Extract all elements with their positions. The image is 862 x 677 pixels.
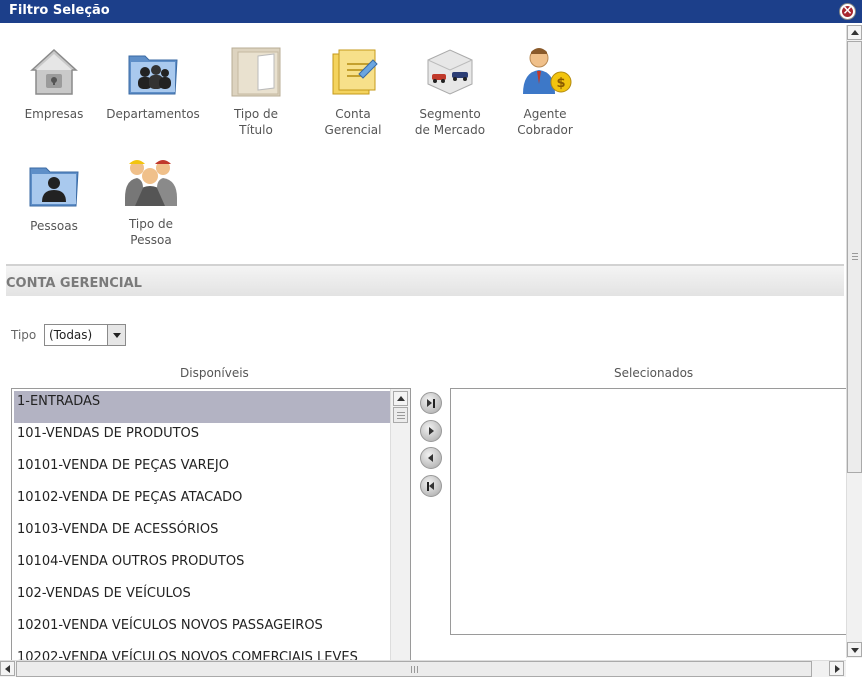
skip-forward-icon [427,399,432,407]
list-item[interactable]: 1-ENTRADAS [14,391,390,423]
person-folder-icon [29,167,79,207]
workers-group-icon [125,160,177,206]
scroll-right-button[interactable] [829,661,844,676]
tipo-selected-value: (Todas) [49,328,93,342]
toolbar-item-label: Conta Gerencial [324,107,382,137]
toolbar-item-departamentos[interactable]: Departamentos [105,44,201,122]
skip-back-icon [429,482,434,490]
move-right-button[interactable] [420,420,442,442]
toolbar-item-pessoas[interactable]: Pessoas [6,156,102,234]
building-lock-icon [30,48,78,95]
money-agent-icon: $ [523,48,572,94]
tipo-label: Tipo [11,328,37,342]
section-title: CONTA GERENCIAL [6,276,142,291]
toolbar-item-label: Tipo de Pessoa [128,217,174,247]
available-list-title: Disponíveis [180,366,249,380]
document-stack-icon [231,47,281,97]
toolbar-item-label: Segmento de Mercado [414,107,486,137]
toolbar-item-empresas[interactable]: Empresas [6,44,102,122]
ledger-document-icon [332,49,378,95]
chevron-up-icon [397,396,405,401]
play-right-icon [429,427,434,435]
list-item[interactable]: 102-VENDAS DE VEÍCULOS [14,583,390,615]
chevron-down-icon [851,648,859,653]
grip-icon [397,412,405,419]
toolbar-item-agente-cobrador[interactable]: $ Agente Cobrador [497,44,593,138]
vehicles-box-icon [427,49,473,95]
page-vertical-scrollbar[interactable] [846,25,862,658]
page-horizontal-scrollbar[interactable] [0,660,846,677]
available-list[interactable]: 1-ENTRADAS 101-VENDAS DE PRODUTOS 10101-… [11,388,411,668]
close-icon: × [842,3,853,17]
toolbar-item-label: Pessoas [30,219,78,233]
scroll-down-button[interactable] [847,642,862,657]
scroll-thumb[interactable] [847,41,862,473]
skip-bar-icon [433,399,435,408]
window-title: Filtro Seleção [9,3,110,18]
toolbar-item-label: Empresas [24,107,84,121]
chevron-up-icon [851,30,859,35]
selected-list-title: Selecionados [614,366,694,380]
scroll-thumb[interactable] [16,661,812,677]
toolbar-item-label: Tipo de Título [233,107,279,137]
list-item[interactable]: 10201-VENDA VEÍCULOS NOVOS PASSAGEIROS [14,615,390,647]
scroll-thumb[interactable] [393,407,408,423]
toolbar-item-tipo-titulo[interactable]: Tipo de Título [208,44,304,138]
toolbar-item-label: Departamentos [106,107,200,121]
toolbar-item-conta-gerencial[interactable]: Conta Gerencial [305,44,401,138]
toolbar-item-segmento-mercado[interactable]: Segmento de Mercado [402,44,498,138]
toolbar-item-label: Agente Cobrador [517,107,573,137]
chevron-down-icon[interactable] [107,325,125,345]
list-item[interactable]: 10104-VENDA OUTROS PRODUTOS [14,551,390,583]
grip-icon [852,253,858,260]
list-item[interactable]: 10101-VENDA DE PEÇAS VAREJO [14,455,390,487]
toolbar-item-tipo-pessoa[interactable]: Tipo de Pessoa [103,154,199,248]
play-left-icon [428,454,433,462]
move-all-right-button[interactable] [420,392,442,414]
available-list-scrollbar[interactable] [390,389,410,667]
list-item[interactable]: 10102-VENDA DE PEÇAS ATACADO [14,487,390,519]
selected-list[interactable] [450,388,846,635]
chevron-right-icon [835,665,840,673]
scroll-up-button[interactable] [847,25,862,40]
scroll-left-button[interactable] [0,661,15,676]
close-button[interactable]: × [839,3,856,20]
chevron-left-icon [5,665,10,673]
list-item[interactable]: 101-VENDAS DE PRODUTOS [14,423,390,455]
scroll-up-button[interactable] [393,391,408,406]
move-left-button[interactable] [420,447,442,469]
grip-icon [411,666,418,673]
window-titlebar: Filtro Seleção × [0,0,862,23]
svg-text:$: $ [556,76,565,91]
tipo-select[interactable]: (Todas) [44,324,126,346]
move-all-left-button[interactable] [420,475,442,497]
people-folder-icon [128,55,178,95]
section-header: CONTA GERENCIAL [6,264,844,296]
list-item[interactable]: 10103-VENDA DE ACESSÓRIOS [14,519,390,551]
